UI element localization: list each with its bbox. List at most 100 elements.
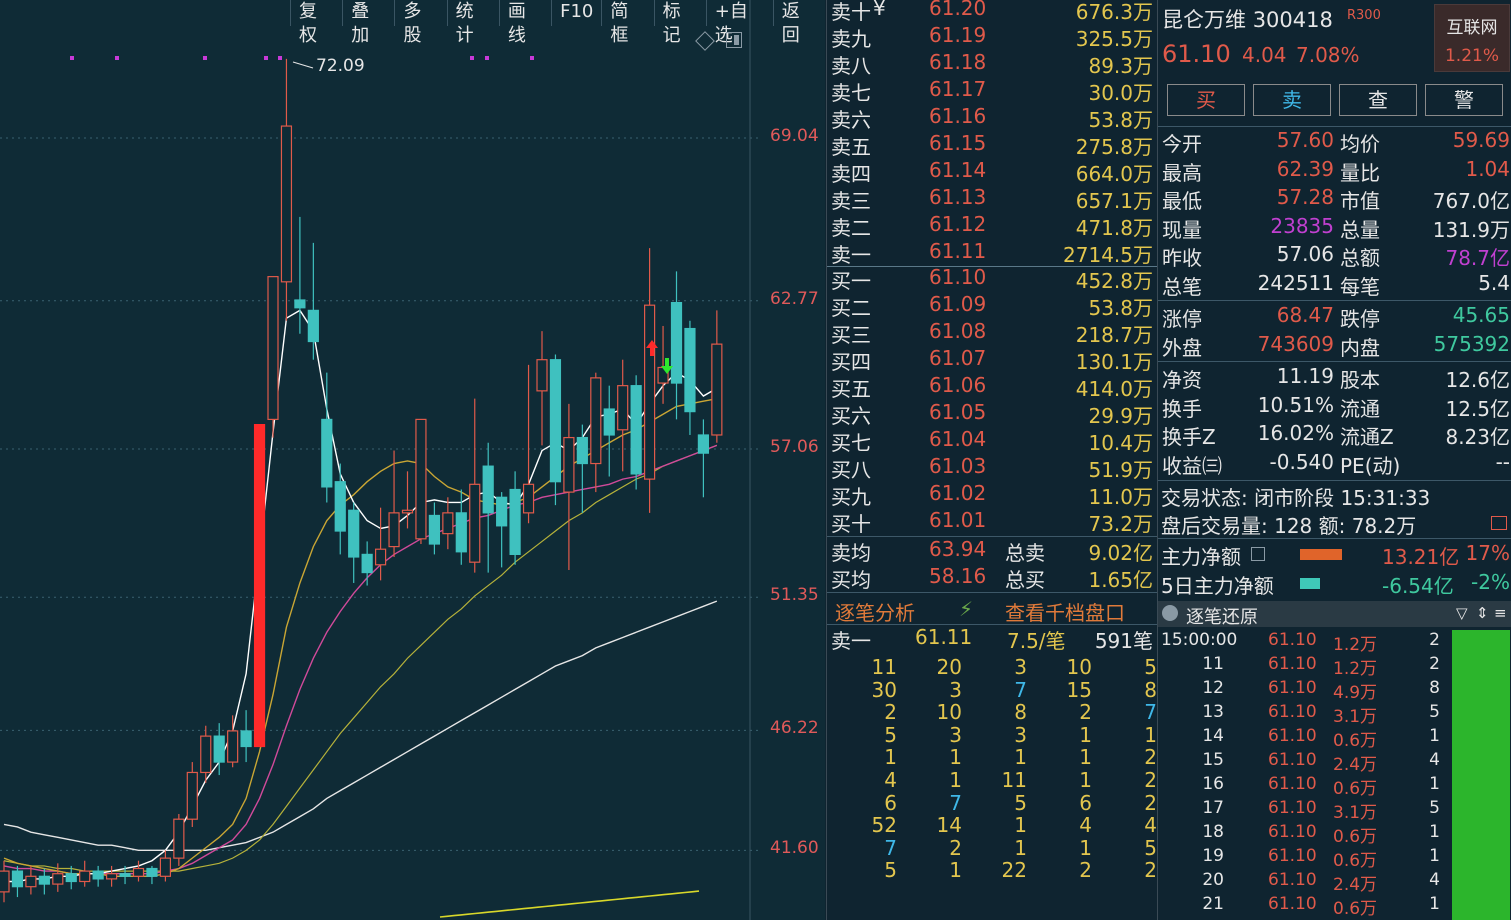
- tick-cell: 2: [1079, 858, 1092, 883]
- trade-count: 1: [1429, 846, 1440, 866]
- trade-price: 61.10: [1268, 750, 1317, 770]
- tick-cell: 11: [1001, 768, 1027, 792]
- bid-row[interactable]: 买九 61.02 11.0万: [827, 481, 1157, 509]
- trade-button-2[interactable]: 查: [1339, 84, 1417, 116]
- bid-volume: 10.4万: [1088, 431, 1153, 455]
- bid-label: 买二: [831, 296, 871, 320]
- candle-body-31: [415, 418, 427, 540]
- ask-row[interactable]: 卖十 61.20 676.3万 ¥: [827, 0, 1157, 24]
- stock-info-panel: 昆仑万维 300418 R300 61.10 4.04 7.08% 互联网 1.…: [1157, 0, 1511, 920]
- bid-row[interactable]: 买三 61.08 218.7万: [827, 319, 1157, 347]
- trade-time: 16: [1202, 774, 1224, 794]
- sector-name: 互联网: [1446, 18, 1498, 38]
- bid-row[interactable]: 买十 61.01 73.2万: [827, 508, 1157, 536]
- bid-volume: 53.8万: [1088, 296, 1153, 320]
- toolbar-button-9[interactable]: 返回: [772, 0, 825, 46]
- lightning-icon: ⚡: [959, 597, 974, 621]
- stat-value: 59.69: [1452, 128, 1510, 152]
- kline-chart-svg[interactable]: [0, 0, 825, 920]
- trade-count: 4: [1429, 870, 1440, 890]
- stat-value: 242511: [1257, 270, 1334, 295]
- stat-key: 总笔: [1162, 274, 1202, 299]
- marker-dot-0: [70, 56, 74, 60]
- collapse-icon[interactable]: [1162, 605, 1178, 621]
- trade-time: 12: [1202, 678, 1224, 698]
- tick-cell: 10: [1066, 655, 1092, 679]
- chart-icon[interactable]: [1491, 516, 1507, 530]
- toolbar-button-0[interactable]: 复权: [290, 0, 342, 46]
- tab-depth-book[interactable]: 查看千档盘口: [1005, 597, 1125, 626]
- stat-value: 23835: [1270, 213, 1334, 238]
- sector-box[interactable]: 互联网 1.21%: [1434, 4, 1510, 72]
- toolbar-button-4[interactable]: 画线: [498, 0, 551, 46]
- candle-body-16: [213, 735, 225, 763]
- bid-label: 买三: [831, 323, 871, 347]
- candle-body-12: [159, 857, 171, 877]
- book-divider: [827, 592, 1157, 593]
- ask-row[interactable]: 卖四 61.14 664.0万: [827, 158, 1157, 186]
- ask-label: 卖五: [831, 135, 871, 159]
- trade-count: 2: [1429, 630, 1440, 650]
- panel-toggle-icon[interactable]: [726, 32, 742, 48]
- trade-button-1[interactable]: 卖: [1253, 84, 1331, 116]
- tick-cell: 3: [1014, 655, 1027, 679]
- trade-status: 交易状态: 闭市阶段 15:31:33: [1161, 486, 1431, 510]
- sort-icon[interactable]: ⇕: [1476, 604, 1489, 622]
- bid-label: 买八: [831, 458, 871, 482]
- bid-row[interactable]: 买四 61.07 130.1万: [827, 346, 1157, 374]
- kline-chart[interactable]: 69.04 62.77 57.06 51.35 46.22 41.60 复权 叠加 多股 统计画…: [0, 0, 825, 920]
- bid-row[interactable]: 买六 61.05 29.9万: [827, 400, 1157, 428]
- stat-value: 45.65: [1452, 303, 1510, 327]
- ask-row[interactable]: 卖九 61.19 325.5万: [827, 23, 1157, 51]
- trade-button-3[interactable]: 警: [1425, 84, 1503, 116]
- ask-row[interactable]: 卖二 61.12 471.8万: [827, 212, 1157, 240]
- trade-time: 19: [1202, 846, 1224, 866]
- tab-tick-analysis[interactable]: 逐笔分析: [835, 597, 915, 626]
- trade-volume: 3.1万: [1333, 707, 1378, 727]
- toolbar-button-7[interactable]: 标记: [653, 0, 706, 46]
- bid-row[interactable]: 买一 61.10 452.8万: [827, 265, 1157, 293]
- toolbar-button-8[interactable]: +自选: [705, 0, 773, 46]
- filter-icon[interactable]: ▽: [1456, 604, 1468, 622]
- candle-body-15: [200, 735, 212, 774]
- ask-row[interactable]: 卖一 61.11 2714.5万: [827, 239, 1157, 267]
- ask-row[interactable]: 卖七 61.17 30.0万: [827, 77, 1157, 105]
- tick-cell: 2: [1144, 745, 1157, 770]
- marker-dot-2: [203, 56, 207, 60]
- bid-price: 61.08: [929, 319, 987, 343]
- bid-label: 买五: [831, 377, 871, 401]
- flow-label: 主力净额: [1161, 545, 1241, 569]
- ask-label: 卖七: [831, 81, 871, 105]
- bid-row[interactable]: 买五 61.06 414.0万: [827, 373, 1157, 401]
- trade-price: 61.10: [1268, 630, 1317, 650]
- menu-icon[interactable]: ≡: [1494, 604, 1507, 622]
- tick-cell: 15: [1066, 677, 1092, 702]
- ask-row[interactable]: 卖五 61.15 275.8万: [827, 131, 1157, 159]
- toolbar-button-3[interactable]: 统计: [446, 0, 499, 46]
- toolbar-button-1[interactable]: 叠加: [342, 0, 394, 46]
- stat-row: 今开 57.60 均价 59.69: [1158, 128, 1511, 156]
- trade-count: 1: [1429, 726, 1440, 746]
- toolbar-button-6[interactable]: 简框: [601, 0, 653, 46]
- ask-row[interactable]: 卖三 61.13 657.1万: [827, 185, 1157, 213]
- ask-row[interactable]: 卖六 61.16 53.8万: [827, 104, 1157, 132]
- stat-key: 现量: [1162, 217, 1202, 242]
- candle-body-4: [52, 873, 64, 885]
- bid-row[interactable]: 买二 61.09 53.8万: [827, 292, 1157, 320]
- trade-button-0[interactable]: 买: [1167, 84, 1245, 116]
- candle-body-22: [294, 299, 306, 309]
- tick-cell: 4: [1079, 813, 1092, 838]
- toolbar-button-2[interactable]: 多股: [394, 0, 446, 46]
- stat-value: 57.60: [1276, 128, 1334, 152]
- stat-value: 12.5亿: [1445, 396, 1510, 421]
- flow-bar: [1300, 578, 1320, 589]
- candle-body-53: [711, 343, 723, 436]
- stat-value: 575392: [1433, 331, 1510, 356]
- ask-row[interactable]: 卖八 61.18 89.3万: [827, 50, 1157, 78]
- total-value: 1.65亿: [1088, 568, 1153, 592]
- bid-row[interactable]: 买八 61.03 51.9万: [827, 454, 1157, 482]
- toolbar-button-5[interactable]: F10: [551, 0, 601, 26]
- trade-price: 61.10: [1268, 798, 1317, 818]
- candle-body-35: [469, 483, 481, 563]
- bid-row[interactable]: 买七 61.04 10.4万: [827, 427, 1157, 455]
